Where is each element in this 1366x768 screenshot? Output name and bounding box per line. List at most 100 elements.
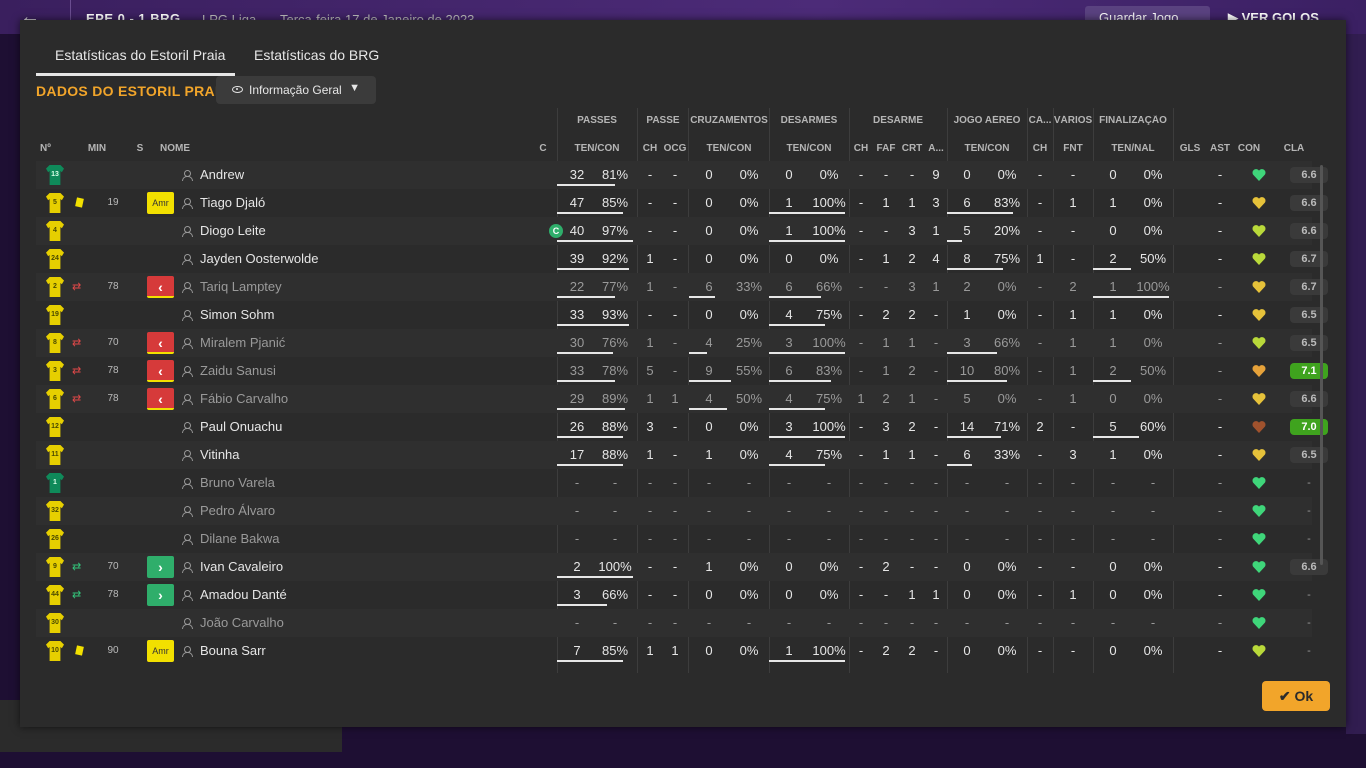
stat-value: - (933, 559, 939, 574)
stat-value: 50% (1139, 363, 1167, 378)
table-row[interactable]: 13 Andrew 32 81% - -0 0% 0 0% - - -9 0 0% - -0 0% -6.6 (36, 161, 1328, 189)
stat-value: - (746, 475, 752, 490)
stat-value: 0 (1109, 559, 1117, 574)
stat-value: - (1150, 503, 1156, 518)
stat-progress-bar (769, 380, 831, 382)
stat-value: - (706, 475, 712, 490)
table-row[interactable]: 8 ⇄ 70 ‹ Miralem Pjanić 30 76% 1-4 25% 3 100% -1 1-3… (36, 329, 1328, 357)
ok-button[interactable]: ✔ Ok (1262, 681, 1330, 711)
stat-value: - (858, 363, 864, 378)
player-name[interactable]: Simon Sohm (200, 301, 274, 329)
scrollbar[interactable] (1320, 165, 1323, 565)
stat-value: 0 (705, 251, 713, 266)
table-row[interactable]: 11 Vitinha 17 88% 1-1 0% 4 75% -1 1-6 33% -3 1 0% -6.5 (36, 441, 1328, 469)
table-row[interactable]: 5 19 Amr Tiago Djaló 47 85% - -0 0% 1 100% -1 1 3 6 83%… (36, 189, 1328, 217)
table-row[interactable]: 4 Diogo Leite C 40 97% - -0 0% 1 100% - -3 1 5 20% - -0 0… (36, 217, 1328, 245)
table-row[interactable]: 1 Bruno Varela - - - - - - - - - - - - - - - - - - - - (36, 469, 1312, 497)
player-name[interactable]: Pedro Álvaro (200, 497, 275, 525)
table-row[interactable]: 6 ⇄ 78 ‹ Fábio Carvalho 29 89% 1 1 4 50% 4 75% 1 2 1-5 0… (36, 385, 1328, 413)
stat-value: - (858, 167, 864, 182)
player-name[interactable]: Andrew (200, 161, 244, 189)
table-row[interactable]: 26 Dilane Bakwa - - - - - - - - - - - - - - - - - - - - (36, 525, 1312, 553)
stat-value: - (883, 167, 889, 182)
player-name[interactable]: João Carvalho (200, 609, 284, 637)
stat-progress-bar (557, 380, 615, 382)
player-icon (182, 338, 193, 349)
morale-heart-icon (1252, 560, 1266, 574)
table-row[interactable]: 24 Jayden Oosterwolde 39 92% 1-0 0% 0 0% -1 2 4 8 75… (36, 245, 1328, 273)
stat-progress-bar (769, 464, 825, 466)
stat-value: 0 (785, 167, 793, 182)
stat-value: - (858, 419, 864, 434)
table-row[interactable]: 3 ⇄ 78 ‹ Zaidu Sanusi 33 78% 5-9 55% 6 83% -1 2-10 80… (36, 357, 1328, 385)
player-name[interactable]: Fábio Carvalho (200, 385, 288, 413)
stat-value: - (647, 475, 653, 490)
table-row[interactable]: 32 Pedro Álvaro - - - - - - - - - - - - - - - - - - - - (36, 497, 1312, 525)
player-name[interactable]: Ivan Cavaleiro (200, 553, 283, 581)
shirt-number-icon: 44 (46, 585, 64, 605)
player-icon (182, 366, 193, 377)
stat-value: 1 (1109, 195, 1117, 210)
player-name[interactable]: Jayden Oosterwolde (200, 245, 319, 273)
stat-value: 1 (646, 335, 654, 350)
player-icon (182, 170, 193, 181)
stat-value: 1 (1069, 307, 1077, 322)
player-name[interactable]: Amadou Danté (200, 581, 287, 609)
stat-value: - (909, 615, 915, 630)
stat-value: 2 (1069, 279, 1077, 294)
stat-value (1176, 217, 1204, 245)
stat-value: 0% (739, 223, 759, 238)
stat-value: 5 (646, 363, 654, 378)
column-header: GLS (1179, 143, 1201, 154)
table-row[interactable]: 19 Simon Sohm 33 93% - -0 0% 4 75% -2 2-1 0% -1 1 0% -6… (36, 301, 1328, 329)
table-row[interactable]: 12 Paul Onuachu 26 88% 3-0 0% 3 100% -3 2-14 71% 2-… (36, 413, 1328, 441)
stat-value: - (858, 475, 864, 490)
table-row[interactable]: 10 90 Amr Bouna Sarr 7 85% 1 1 0 0% 1 100% -2 2-0 0% - -… (36, 637, 1312, 665)
morale-heart-icon (1252, 588, 1266, 602)
stat-value: - (826, 503, 832, 518)
stat-value: - (1037, 223, 1043, 238)
stat-value: - (1070, 251, 1076, 266)
shirt-number-icon: 5 (46, 193, 64, 213)
column-header: A... (928, 143, 944, 154)
stat-value: 1 (932, 279, 940, 294)
stat-value: - (1004, 531, 1010, 546)
stat-progress-bar (557, 604, 607, 606)
player-name[interactable]: Paul Onuachu (200, 413, 282, 441)
column-header: CON (1237, 143, 1261, 154)
stat-value: 0% (997, 587, 1017, 602)
substituted-off-icon: ‹ (147, 360, 174, 382)
player-name[interactable]: Tariq Lamptey (200, 273, 282, 301)
stat-value: 1 (908, 587, 916, 602)
table-row[interactable]: 9 ⇄ 70 › Ivan Cavaleiro 2 100% - -1 0% 0 0% -2- -0 0% -… (36, 553, 1328, 581)
stat-value: 0 (705, 195, 713, 210)
stat-value: - (672, 503, 678, 518)
table-row[interactable]: 30 João Carvalho - - - - - - - - - - - - - - - - - - - - (36, 609, 1312, 637)
stat-value: - (909, 503, 915, 518)
stat-value: - (1070, 615, 1076, 630)
stat-value: - (826, 531, 832, 546)
stat-value: - (574, 503, 580, 518)
player-rating: - (1307, 589, 1311, 601)
player-name[interactable]: Dilane Bakwa (200, 525, 280, 553)
player-name[interactable]: Miralem Pjanić (200, 329, 285, 357)
player-name[interactable]: Tiago Djaló (200, 189, 265, 217)
morale-heart-icon (1252, 616, 1266, 630)
minute: 78 (107, 589, 119, 600)
stat-progress-bar (947, 436, 1001, 438)
player-name[interactable]: Bruno Varela (200, 469, 275, 497)
stat-value: - (1217, 587, 1223, 602)
table-row[interactable]: 44 ⇄ 78 › Amadou Danté 3 66% - -0 0% 0 0% - -1 1 0 0% -1 0… (36, 581, 1312, 609)
stat-value: 2 (908, 643, 916, 658)
stat-value (1176, 357, 1204, 385)
shirt-number-icon: 9 (46, 557, 64, 577)
player-name[interactable]: Bouna Sarr (200, 637, 266, 665)
player-name[interactable]: Diogo Leite (200, 217, 266, 245)
player-name[interactable]: Zaidu Sanusi (200, 357, 276, 385)
stats-dialog: Estatísticas do Estoril Praia Estatístic… (20, 20, 1346, 727)
player-name[interactable]: Vitinha (200, 441, 240, 469)
stat-value (1176, 329, 1204, 357)
table-row[interactable]: 2 ⇄ 78 ‹ Tariq Lamptey 22 77% 1-6 33% 6 66% - -3 1 2 0%… (36, 273, 1328, 301)
minute: 90 (107, 645, 119, 656)
stat-progress-bar (557, 240, 633, 242)
